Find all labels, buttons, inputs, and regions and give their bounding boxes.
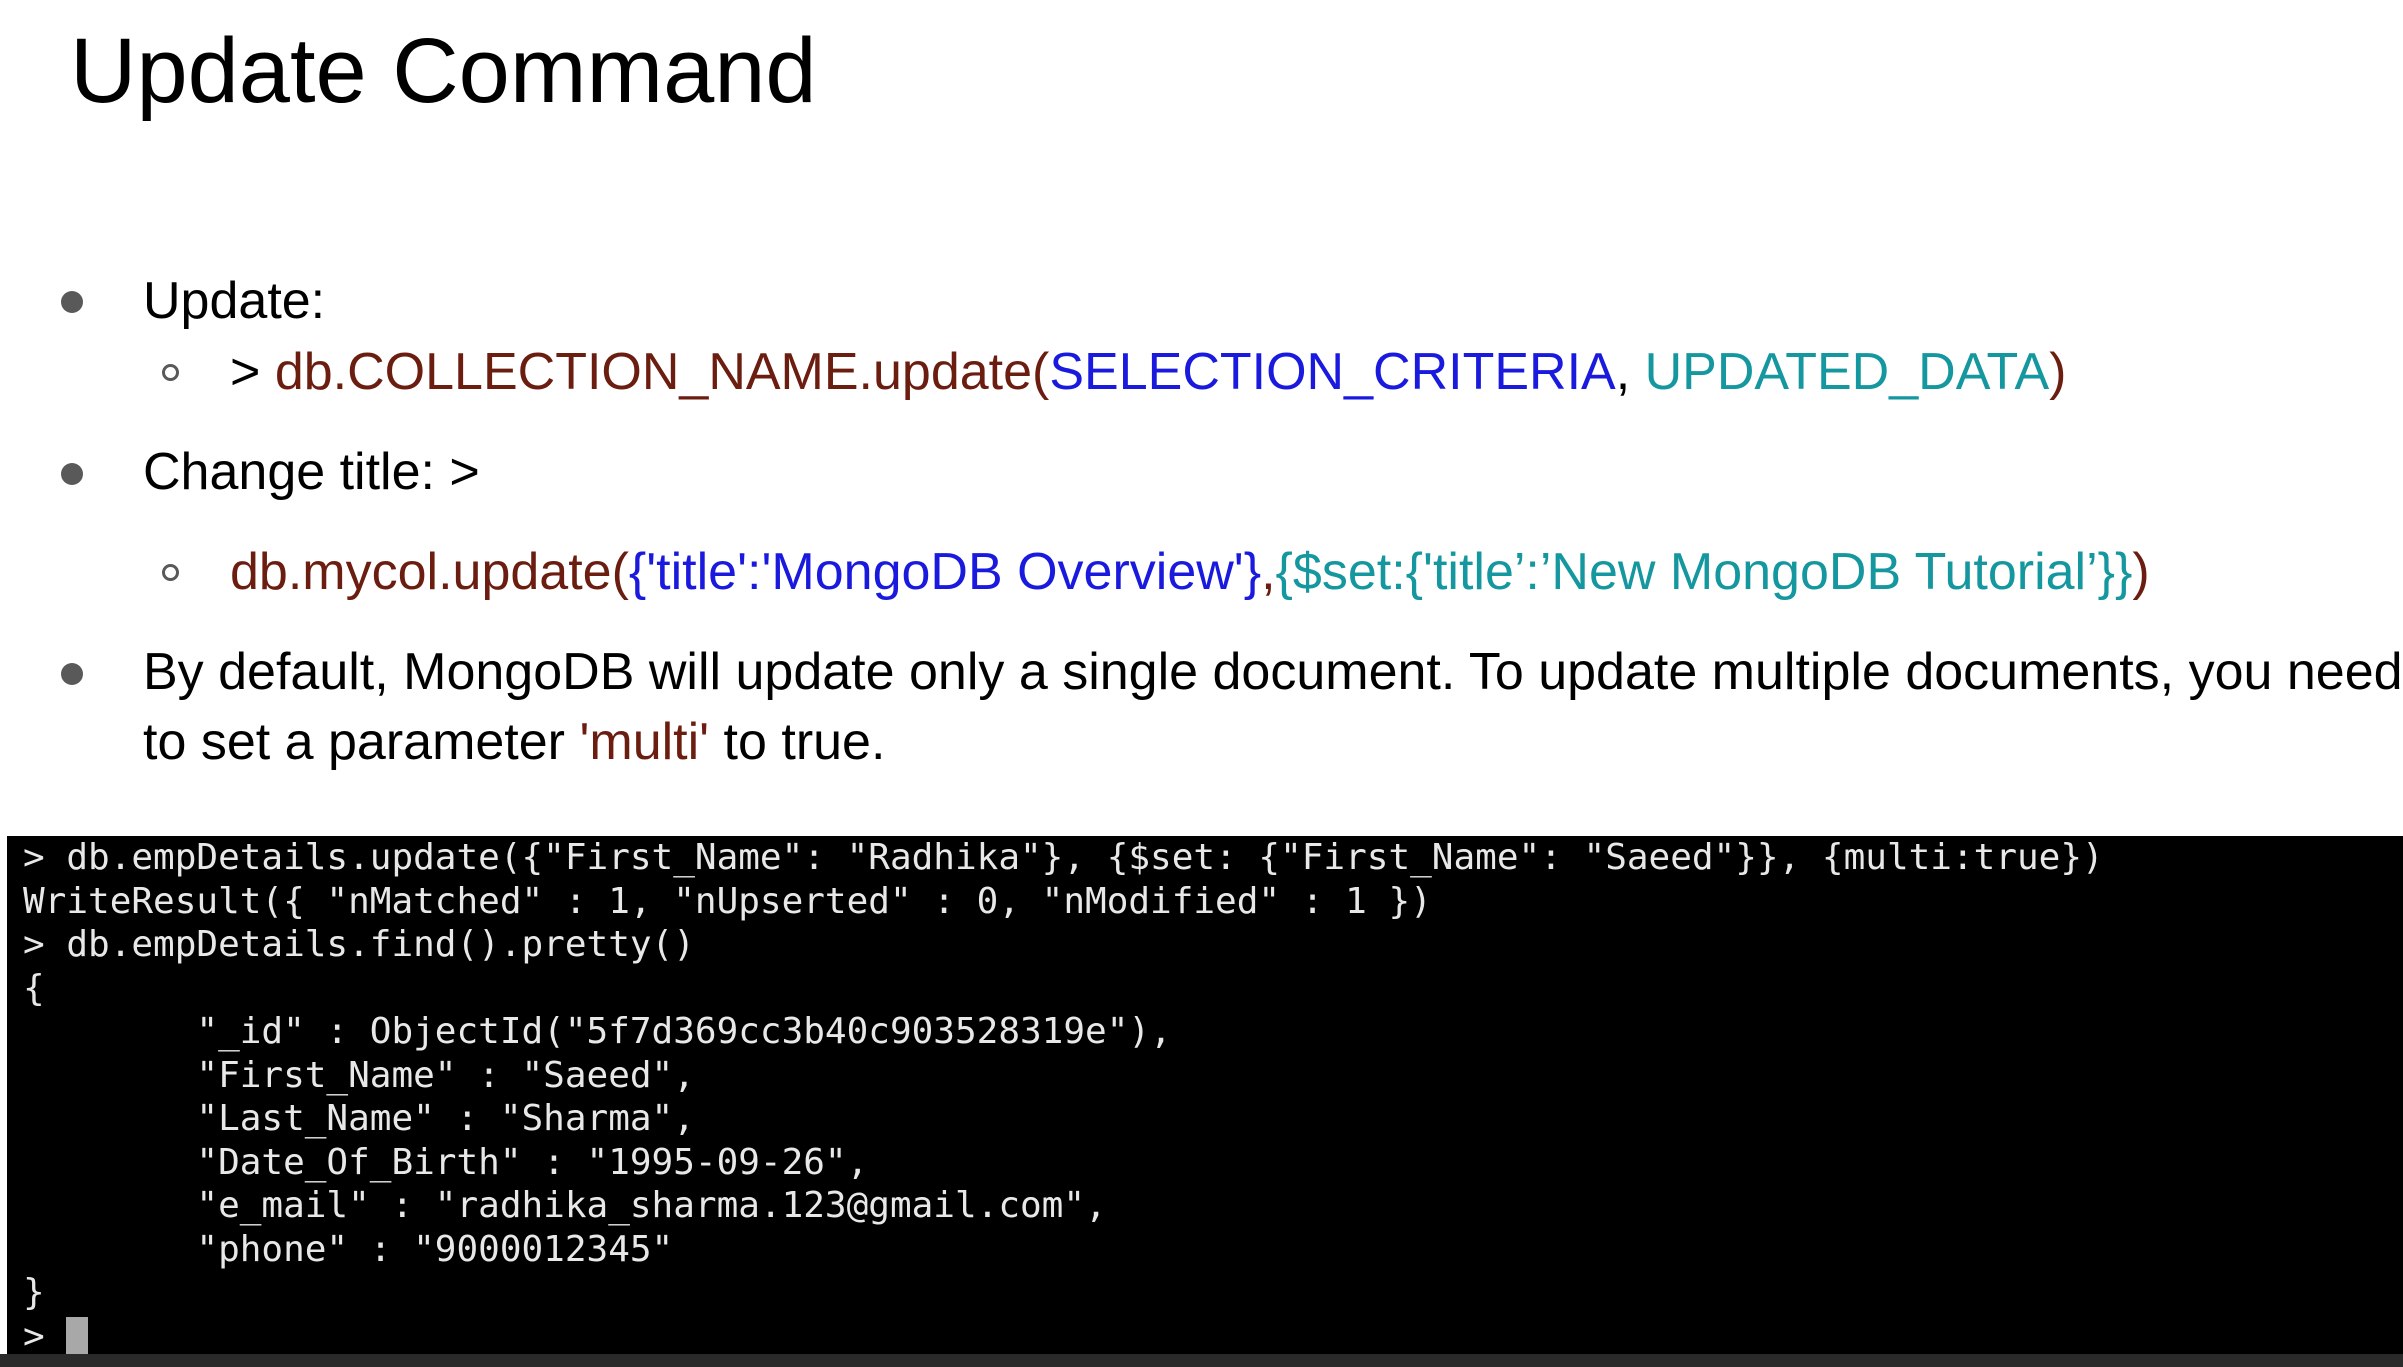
bottom-bar bbox=[0, 1354, 2403, 1367]
multi-note-line-2: to set a parameter 'multi' to true. bbox=[143, 707, 885, 777]
update-syntax-line: > db.COLLECTION_NAME.update(SELECTION_CR… bbox=[230, 337, 2066, 407]
terminal-line: "First_Name" : "Saeed", bbox=[23, 1054, 695, 1096]
slide-title: Update Command bbox=[70, 20, 817, 122]
terminal-line: WriteResult({ "nMatched" : 1, "nUpserted… bbox=[23, 880, 1432, 922]
multi-note-line-1: By default, MongoDB will update only a s… bbox=[143, 643, 2403, 701]
terminal-line: "phone" : "9000012345" bbox=[23, 1228, 674, 1270]
example-close-paren: ) bbox=[2132, 543, 2150, 601]
bullet-dot-icon bbox=[61, 463, 83, 485]
terminal-output: > db.empDetails.update({"First_Name": "R… bbox=[23, 836, 2403, 1358]
multi-note-prefix: to set a parameter bbox=[143, 713, 580, 771]
terminal-line: { bbox=[23, 967, 45, 1009]
example-method: db.mycol.update( bbox=[230, 543, 629, 601]
syntax-selection-criteria: SELECTION_CRITERIA bbox=[1049, 343, 1616, 401]
syntax-updated-data: UPDATED_DATA bbox=[1644, 343, 2050, 401]
terminal-line: "_id" : ObjectId("5f7d369cc3b40c90352831… bbox=[23, 1011, 1172, 1052]
multi-note-suffix: to true. bbox=[709, 713, 886, 771]
multi-parameter: 'multi' bbox=[579, 713, 710, 771]
bullet-dot-icon bbox=[61, 291, 83, 313]
terminal-line: > db.empDetails.find().pretty() bbox=[23, 924, 695, 965]
terminal-line: "e_mail" : "radhika_sharma.123@gmail.com… bbox=[23, 1185, 1107, 1226]
bullet-update-label: Update: bbox=[143, 272, 326, 330]
example-updated-data: {$set:{'title’:’New MongoDB Tutorial’}} bbox=[1275, 543, 2133, 601]
sub-bullet-circle-icon bbox=[162, 364, 179, 381]
terminal-cursor-icon[interactable] bbox=[66, 1316, 89, 1355]
change-title-example-line: db.mycol.update({'title':'MongoDB Overvi… bbox=[230, 537, 2150, 607]
bullet-change-title-label: Change title: > bbox=[143, 443, 480, 501]
syntax-close-paren: ) bbox=[2049, 343, 2067, 401]
terminal-line: } bbox=[23, 1272, 45, 1313]
example-comma: , bbox=[1261, 543, 1276, 601]
terminal-line: "Date_Of_Birth" : "1995-09-26", bbox=[23, 1141, 869, 1183]
terminal-line: > db.empDetails.update({"First_Name": "R… bbox=[23, 837, 2104, 878]
terminal-prompt: > bbox=[23, 1315, 67, 1357]
bullet-dot-icon bbox=[61, 663, 83, 685]
syntax-method: db.COLLECTION_NAME.update( bbox=[274, 343, 1050, 401]
terminal-line: "Last_Name" : "Sharma", bbox=[23, 1098, 695, 1139]
sub-bullet-circle-icon bbox=[162, 564, 179, 581]
example-selection-criteria: {'title':'MongoDB Overview'} bbox=[628, 543, 1262, 601]
terminal-window: > db.empDetails.update({"First_Name": "R… bbox=[7, 836, 2403, 1357]
syntax-comma: , bbox=[1615, 343, 1645, 401]
syntax-prompt: > bbox=[230, 343, 275, 401]
